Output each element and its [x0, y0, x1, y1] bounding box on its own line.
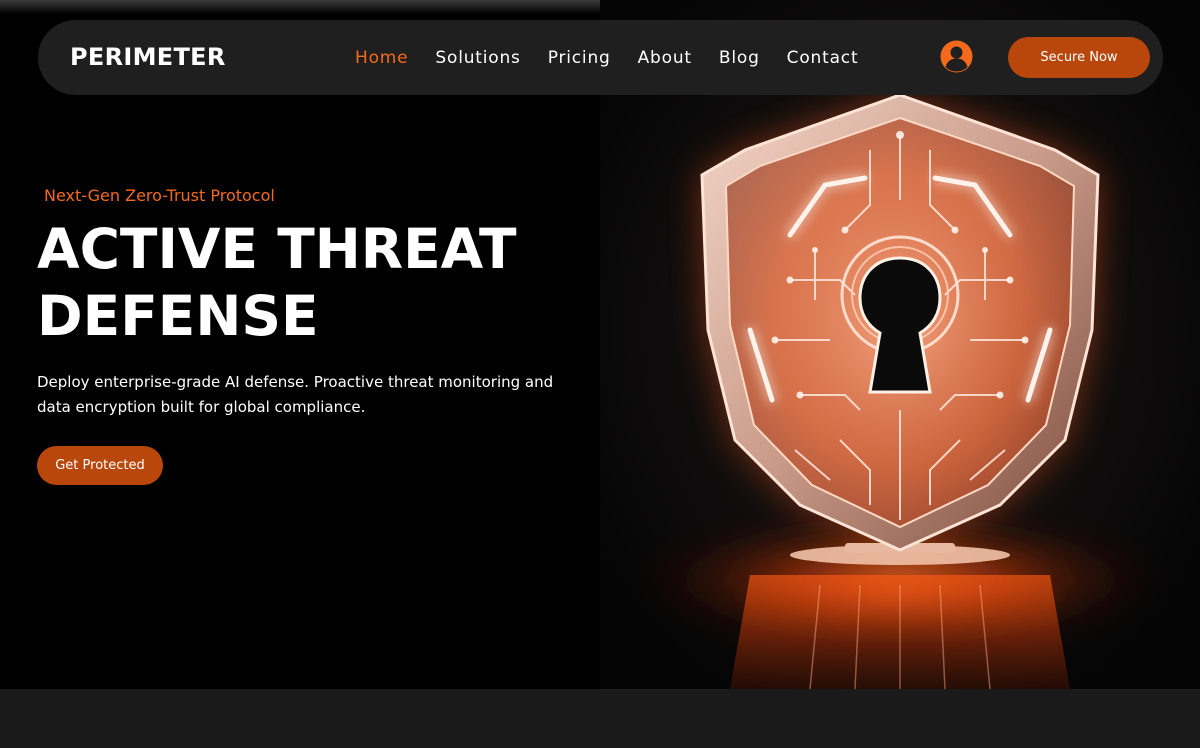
nav-links: Home Solutions Pricing About Blog Contac… [355, 46, 885, 70]
headline-line-1: ACTIVE THREAT [37, 217, 517, 281]
shield-keyhole-image [600, 0, 1200, 689]
hero-section: PERIMETER Home Solutions Pricing About B… [0, 0, 1200, 689]
nav-link-about[interactable]: About [638, 46, 692, 70]
hero-eyebrow: Next-Gen Zero-Trust Protocol [44, 186, 275, 205]
headline-line-2: DEFENSE [37, 284, 319, 348]
nav-link-blog[interactable]: Blog [719, 46, 760, 70]
nav-link-home[interactable]: Home [355, 46, 408, 70]
navbar: PERIMETER Home Solutions Pricing About B… [38, 20, 1163, 95]
nav-link-contact[interactable]: Contact [787, 46, 859, 70]
hero-subtext: Deploy enterprise-grade AI defense. Proa… [37, 373, 554, 416]
next-section-band [0, 689, 1200, 748]
nav-link-pricing[interactable]: Pricing [548, 46, 611, 70]
hero-headline: ACTIVE THREAT DEFENSE [37, 216, 597, 350]
user-circle-icon [940, 40, 973, 73]
logo[interactable]: PERIMETER [70, 40, 226, 74]
account-button[interactable] [940, 40, 973, 73]
get-protected-button[interactable]: Get Protected [37, 446, 163, 485]
nav-link-solutions[interactable]: Solutions [435, 46, 520, 70]
secure-now-button[interactable]: Secure Now [1008, 37, 1150, 78]
